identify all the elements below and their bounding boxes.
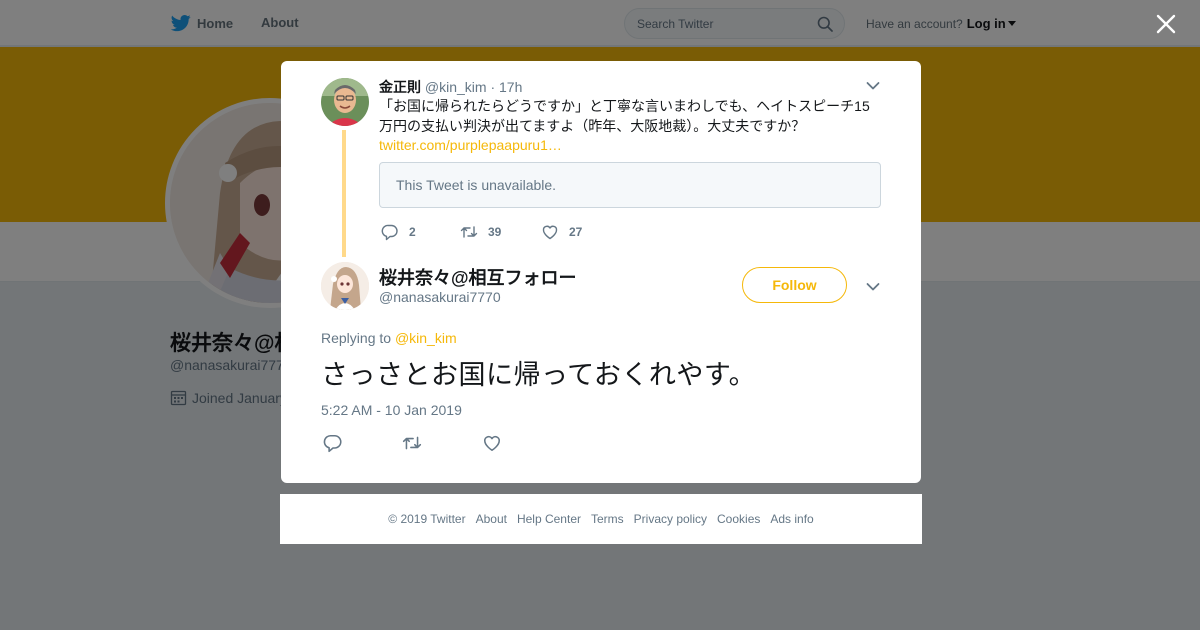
main-author-avatar[interactable]	[321, 262, 369, 310]
parent-like-count: 27	[569, 225, 583, 239]
replying-to-link[interactable]: @kin_kim	[395, 330, 457, 346]
replying-to-line: Replying to @kin_kim	[321, 330, 457, 346]
main-tweet-text: さっさとお国に帰っておくれやす。	[321, 360, 757, 390]
close-icon[interactable]	[1155, 13, 1177, 35]
main-author-handle[interactable]: @nanasakurai7770	[379, 289, 501, 305]
heart-icon	[542, 225, 558, 240]
quoted-tweet-unavailable: This Tweet is unavailable.	[379, 162, 881, 208]
parent-time-separator: ·	[490, 79, 496, 95]
modal-footer: © 2019 Twitter About Help Center Terms P…	[280, 494, 922, 544]
footer-link-ads-info[interactable]: Ads info	[770, 512, 813, 526]
main-author-name[interactable]: 桜井奈々@相互フォロー	[379, 264, 577, 290]
parent-reply-action[interactable]: 2	[381, 223, 416, 241]
parent-tweet-header: 金正則 @kin_kim · 17h	[379, 77, 522, 97]
parent-author-handle[interactable]: @kin_kim	[425, 79, 487, 95]
parent-tweet-link[interactable]: twitter.com/purplepaapuru1…	[379, 137, 562, 153]
chevron-down-icon[interactable]	[866, 81, 880, 91]
main-tweet-timestamp[interactable]: 5:22 AM - 10 Jan 2019	[321, 402, 462, 418]
parent-tweet-text: 「お国に帰られたらどうですか」と丁寧な言いまわしでも、ヘイトスピーチ15万円の支…	[379, 98, 870, 134]
parent-reply-count: 2	[409, 225, 416, 239]
reply-icon	[381, 224, 398, 241]
retweet-icon[interactable]	[402, 433, 422, 453]
parent-retweet-count: 39	[488, 225, 502, 239]
footer-link-privacy-policy[interactable]: Privacy policy	[634, 512, 707, 526]
footer-link-terms[interactable]: Terms	[591, 512, 624, 526]
anime-girl-small-avatar-image	[321, 262, 369, 310]
elderly-man-photo-image	[321, 78, 369, 126]
parent-like-action[interactable]: 27	[541, 223, 582, 241]
thread-connector-line	[342, 130, 346, 257]
footer-link-cookies[interactable]: Cookies	[717, 512, 760, 526]
reply-icon[interactable]	[323, 433, 343, 453]
follow-button[interactable]: Follow	[742, 267, 847, 303]
tweet-permalink-modal: 金正則 @kin_kim · 17h 「お国に帰られたらどうですか」と丁寧な言い…	[281, 61, 921, 483]
parent-author-avatar[interactable]	[321, 78, 369, 126]
footer-copyright: © 2019 Twitter	[388, 512, 466, 526]
footer-link-help-center[interactable]: Help Center	[517, 512, 581, 526]
replying-prefix: Replying to	[321, 330, 392, 346]
parent-retweet-action[interactable]: 39	[460, 223, 501, 241]
chevron-down-icon[interactable]	[866, 282, 880, 292]
parent-tweet-time[interactable]: 17h	[499, 79, 522, 95]
heart-icon[interactable]	[482, 433, 502, 453]
parent-author-name[interactable]: 金正則	[379, 79, 421, 95]
retweet-icon	[460, 226, 478, 238]
footer-link-about[interactable]: About	[476, 512, 507, 526]
